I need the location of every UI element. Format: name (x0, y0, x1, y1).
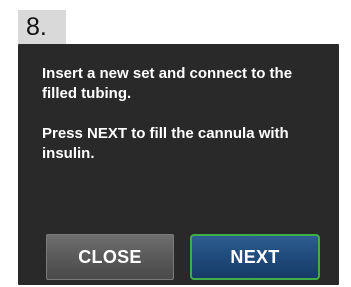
instruction-line-connect: Insert a new set and connect to the fill… (42, 65, 293, 102)
instruction-line-fill-cannula: Press NEXT to fill the cannula with insu… (42, 125, 289, 162)
pump-screen: Insert a new set and connect to the fill… (18, 44, 339, 285)
step-number-label: 8. (18, 10, 66, 44)
next-button[interactable]: NEXT (190, 234, 320, 280)
close-button[interactable]: CLOSE (46, 234, 174, 280)
instruction-message: Insert a new set and connect to the fill… (42, 64, 317, 184)
